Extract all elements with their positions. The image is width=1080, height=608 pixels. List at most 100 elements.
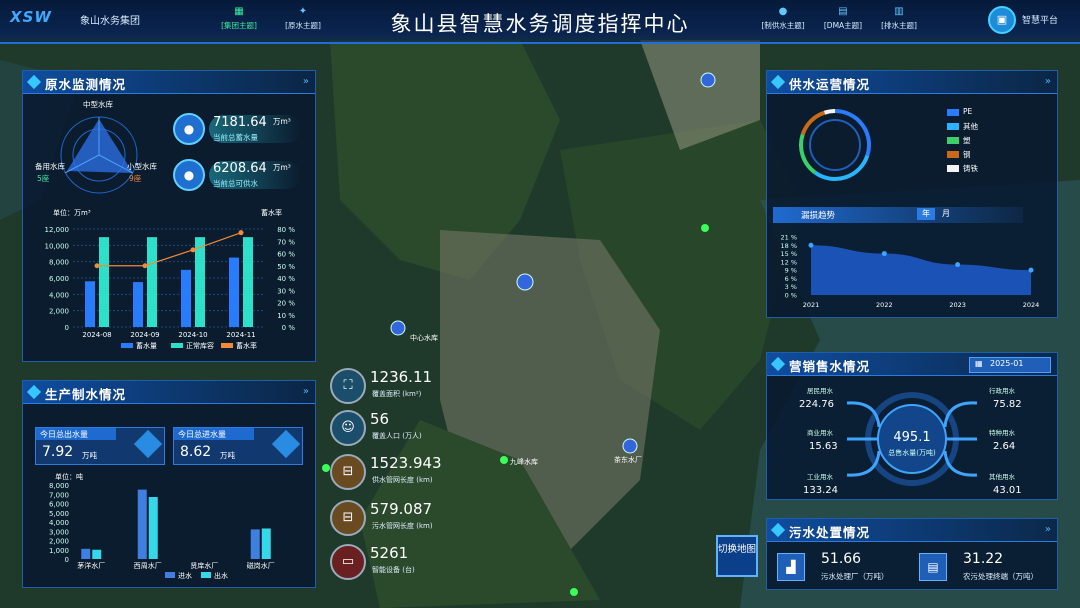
legend-item: 塑 [947,135,1047,149]
radar-count-left: 5座 [37,173,50,183]
pipe-icon: ⊟ [330,454,366,490]
chevron-right-icon[interactable]: » [303,76,309,87]
bar [99,237,109,327]
storage-value: 7181.64 [213,115,267,130]
map-label: 中心水库 [410,333,438,342]
x-tick-label: 磁岗水厂 [247,561,275,570]
chevron-right-icon[interactable]: » [1045,76,1051,87]
bar [133,282,143,327]
sales-item-value: 2.64 [993,441,1015,452]
sewage-panel: 污水处置情况» ▟ 51.66 污水处理厂（万吨） ▤ 31.22 农污处理终端… [766,518,1058,590]
map-marker[interactable] [570,588,578,596]
radar-label-top: 中型水库 [83,99,113,109]
bar [250,529,260,559]
platform-button[interactable]: ▣ 智慧平台 [988,6,1068,34]
supply-capacity-unit: 万m³ [273,163,291,172]
y2-tick-label: 50 % [277,263,295,271]
y-tick-label: 18 % [780,242,797,250]
map-marker[interactable] [500,456,508,464]
y-tick-label: 12 % [780,258,797,266]
y2-tick-label: 0 % [282,324,296,332]
ring-segment [834,109,871,157]
rural-sewage-value: 31.22 [963,551,1004,567]
legend-label: 铸铁 [963,164,978,173]
legend-label: 塑 [963,136,971,145]
sewage-pipe-stat: ⊟ 579.087 污水管网长度 (km) [330,500,462,540]
facility-marker[interactable] [516,273,534,291]
y-tick-label: 8,000 [49,482,69,490]
x-tick-label: 西周水厂 [134,561,162,570]
y2-tick-label: 70 % [277,238,295,246]
building-icon: ▤ [919,553,947,581]
x-tick-label: 2024-09 [130,331,159,339]
legend-label: 出水 [214,571,228,580]
drop-icon: ● [778,6,788,17]
data-point [955,262,961,268]
y2-axis-title: 蓄水率 [261,208,282,217]
production-panel: 生产制水情况» 今日总出水量 7.92 万吨 今日总进水量 8.62 万吨 单位… [22,380,316,588]
switch-map-button[interactable]: 切换地图 [716,535,758,577]
y-tick-label: 1,000 [49,547,69,555]
sewage-plant-value: 51.66 [821,551,862,567]
chevron-right-icon[interactable]: » [303,386,309,397]
toggle-month[interactable]: 月 [937,208,955,220]
data-point [881,251,887,257]
sales-item-label: 居民用水 [807,386,834,395]
legend-swatch [165,572,175,578]
nav-supply-theme[interactable]: ● [制供水主题] [752,6,814,36]
sales-panel: 营销售水情况 ▦ 2025-01 495.1 总售水量(万吨) 居民用水 224… [766,352,1058,500]
bar [181,269,191,327]
pipe-icon: ⊟ [330,500,366,536]
legend-swatch [121,343,133,348]
cube-icon [271,429,301,459]
toggle-year[interactable]: 年 [917,208,935,220]
y-tick-label: 15 % [780,250,797,258]
facility-marker[interactable] [622,438,638,454]
total-sales-value: 495.1 [893,430,930,445]
bar [137,489,147,559]
legend-label: 进水 [178,571,192,580]
radar-label-left: 备用水库 [35,161,65,171]
bar [195,237,205,327]
sales-item-label: 工业用水 [807,472,834,481]
raw-water-chart: 单位：万m³ 蓄水率 12,000 10,000 8,000 6,000 4,000 2,00… [45,208,296,350]
facility-marker[interactable] [700,72,716,88]
y-tick-label: 6,000 [49,501,69,509]
sales-item-value: 224.76 [799,399,834,410]
legend-item: 其他 [947,121,1047,135]
building-icon: ▤ [838,6,848,17]
rural-sewage-label: 农污处理终端（万吨） [963,572,1038,581]
sales-item-label: 商业用水 [807,428,834,437]
y-tick-label: 2,000 [49,538,69,546]
y2-tick-label: 30 % [277,287,295,295]
y-axis-title: 单位：吨 [55,472,83,481]
total-sales-label: 总售水量(万吨) [888,448,936,457]
nav-dma-theme[interactable]: ▤ [DMA主题] [812,6,874,36]
y-tick-label: 4,000 [49,291,69,299]
radar-label-right: 小型水库 [127,161,157,171]
chevron-right-icon[interactable]: » [1045,524,1051,535]
people-icon: ☺ [330,410,366,446]
y-tick-label: 21 % [780,234,797,242]
rate-line [97,232,242,267]
legend-label: PE [963,107,973,116]
date-picker[interactable]: ▦ 2025-01 [969,357,1051,373]
y-tick-label: 7,000 [49,491,69,499]
y-tick-label: 12,000 [45,226,70,234]
sales-item-label: 其他用水 [989,472,1016,481]
sales-item-label: 行政用水 [989,386,1016,395]
y-tick-label: 9 % [785,267,797,275]
x-tick-label: 2021 [803,301,820,309]
y-tick-label: 10,000 [45,242,70,250]
map-marker[interactable] [322,464,330,472]
facility-marker[interactable] [390,320,406,336]
monitor-icon: ▣ [988,6,1016,34]
y-tick-label: 0 [65,556,69,564]
y-tick-label: 8,000 [49,259,69,267]
y2-tick-label: 40 % [277,275,295,283]
map-marker[interactable] [701,224,709,232]
nav-drainage-theme[interactable]: ▥ [排水主题] [868,6,930,36]
diamond-icon [770,522,786,538]
x-tick-label: 2024 [1023,301,1040,309]
y-tick-label: 6 % [785,275,797,283]
